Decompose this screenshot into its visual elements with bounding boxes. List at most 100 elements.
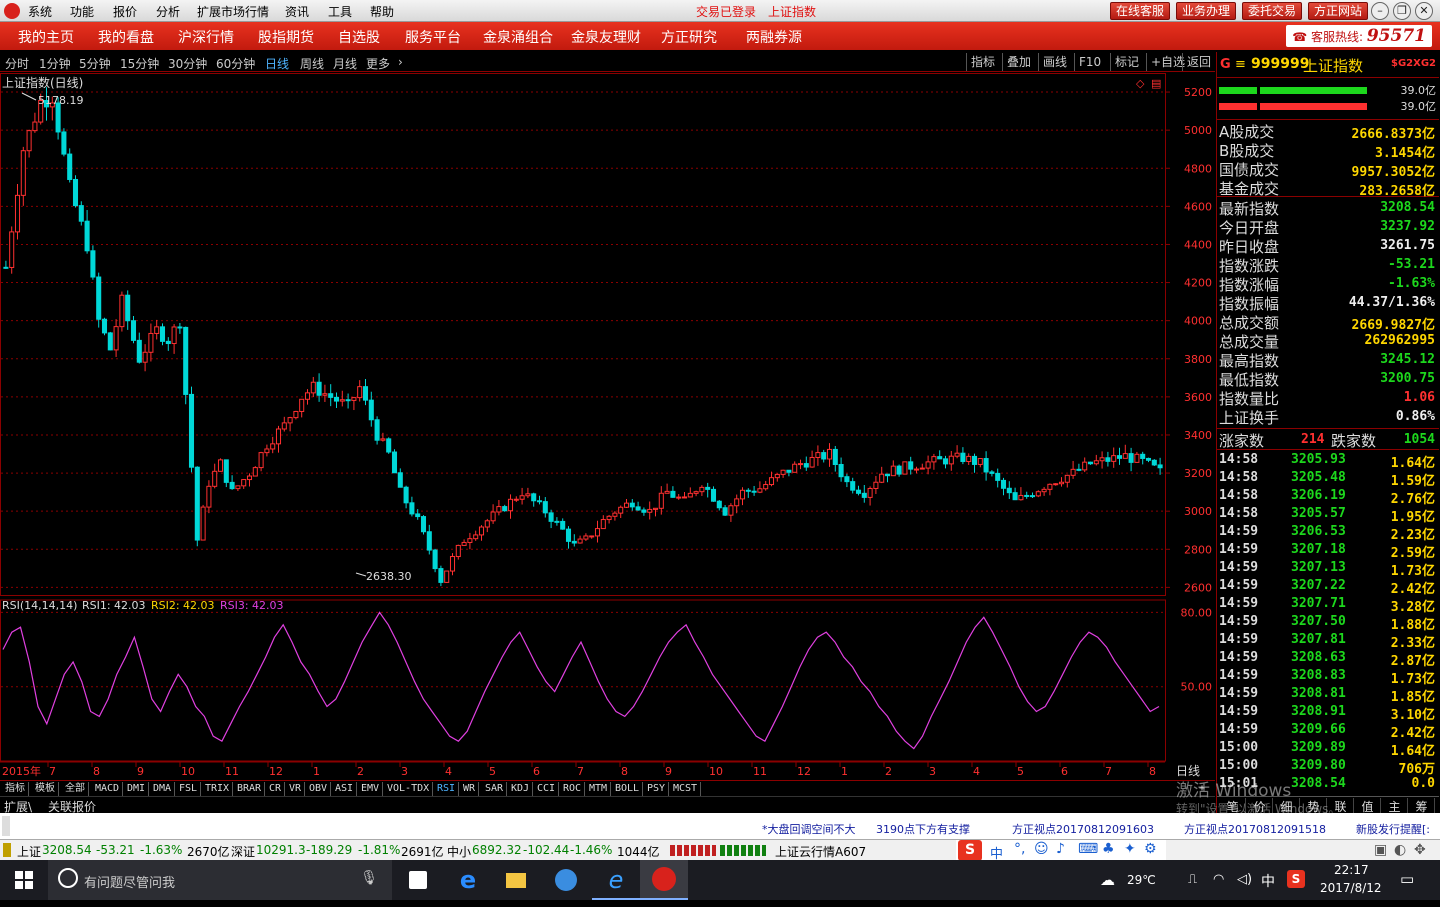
period-monthly[interactable]: 月线	[333, 55, 357, 72]
chart-area[interactable]: 5200 5000 4800 4600 4400 4200 4000 3800 3600 3400…	[0, 73, 1215, 780]
ime-emoji-icon[interactable]: ☺	[1034, 841, 1049, 857]
edge-browser-icon[interactable]: e	[444, 860, 492, 900]
tab-indicator-dma[interactable]: DMA	[150, 782, 176, 796]
sogou-tray-icon[interactable]: S	[1287, 870, 1305, 888]
network-icon[interactable]: ⎍	[1188, 872, 1197, 887]
cortana-search-box[interactable]: 有问题尽管问我 🎙	[48, 860, 392, 900]
cloud-quote-status[interactable]: 上证云行情A607	[775, 843, 866, 860]
trade-button[interactable]: 委托交易	[1242, 2, 1303, 20]
nav-my-home[interactable]: 我的主页	[18, 27, 74, 47]
menu-system[interactable]: 系统	[28, 3, 52, 20]
website-button[interactable]: 方正网站	[1308, 2, 1369, 20]
store-icon[interactable]	[394, 860, 442, 900]
online-service-button[interactable]: 在线客服	[1110, 2, 1171, 20]
news-item-2[interactable]: 3190点下方有支撑	[876, 821, 970, 837]
menu-extended-market[interactable]: 扩展市场行情	[197, 3, 269, 20]
sidebar-g-mark[interactable]: G	[1220, 57, 1231, 72]
news-item-1[interactable]: *大盘回调空间不大	[762, 821, 856, 837]
tick-list[interactable]: 14:58 3205.93 1.64亿 14:58 3205.48 1.59亿 14:58 3…	[1217, 451, 1439, 793]
windows-start-icon[interactable]	[0, 860, 48, 900]
file-explorer-icon[interactable]	[492, 860, 540, 900]
news-item-3[interactable]: 方正视点20170812091603	[1012, 821, 1154, 837]
nav-shsz-market[interactable]: 沪深行情	[178, 27, 234, 47]
chart-diamond-icon[interactable]: ◇	[1136, 77, 1145, 90]
ime-punct-icon[interactable]: °,	[1014, 841, 1025, 857]
microphone-icon[interactable]: 🎙	[360, 870, 378, 886]
business-button[interactable]: 业务办理	[1176, 2, 1237, 20]
tab-indicator-wr[interactable]: WR	[460, 782, 480, 796]
news-handle[interactable]	[2, 816, 10, 836]
ime-skin-icon[interactable]: ♣	[1102, 841, 1115, 857]
tab-indicator-指标[interactable]: 指标	[2, 782, 29, 796]
tab-indicator-macd[interactable]: MACD	[92, 782, 124, 796]
period-more[interactable]: 更多	[366, 55, 390, 72]
taskbar-ime[interactable]: 中	[1261, 871, 1275, 891]
tab-indicator-mcst[interactable]: MCST	[670, 782, 702, 796]
nav-jqy-wealth[interactable]: 金泉友理财	[571, 27, 641, 47]
tab-indicator-roc[interactable]: ROC	[560, 782, 586, 796]
tab-indicator-asi[interactable]: ASI	[332, 782, 358, 796]
restore-icon[interactable]: ❐	[1393, 2, 1411, 20]
wifi-icon[interactable]: ◠	[1213, 872, 1224, 887]
clock-time[interactable]: 22:17	[1334, 863, 1369, 877]
period-weekly[interactable]: 周线	[300, 55, 324, 72]
tab-indicator-boll[interactable]: BOLL	[612, 782, 644, 796]
ime-settings-icon[interactable]: ⚙	[1144, 841, 1157, 857]
news-item-5[interactable]: 新股发行提醒[:	[1356, 821, 1430, 837]
period-timeshare[interactable]: 分时	[5, 55, 29, 72]
period-1min[interactable]: 1分钟	[39, 55, 71, 72]
tab-indicator-cci[interactable]: CCI	[534, 782, 560, 796]
tab-indicator-trix[interactable]: TRIX	[202, 782, 234, 796]
period-15min[interactable]: 15分钟	[120, 55, 159, 72]
status-tool-2-icon[interactable]: ◐	[1394, 842, 1406, 858]
tab-indicator-模板[interactable]: 模板	[32, 782, 59, 796]
tab-indicator-rsi[interactable]: RSI	[434, 782, 460, 796]
nav-service-platform[interactable]: 服务平台	[405, 27, 461, 47]
menu-news[interactable]: 资讯	[285, 3, 309, 20]
tab-indicator-psy[interactable]: PSY	[644, 782, 670, 796]
tool-f10[interactable]: F10	[1074, 53, 1105, 71]
ime-tools-icon[interactable]: ✦	[1124, 841, 1136, 857]
minimize-icon[interactable]: –	[1371, 2, 1389, 20]
sidebar-menu-icon[interactable]: ≡	[1235, 57, 1246, 72]
tab-indicator-vr[interactable]: VR	[286, 782, 306, 796]
tab-indicator-emv[interactable]: EMV	[358, 782, 384, 796]
ie-legacy-icon[interactable]	[542, 860, 590, 900]
tab-indicator-sar[interactable]: SAR	[482, 782, 508, 796]
period-5min[interactable]: 5分钟	[79, 55, 111, 72]
nav-research[interactable]: 方正研究	[661, 27, 717, 47]
more-chevron-icon[interactable]: ›	[398, 55, 403, 69]
period-30min[interactable]: 30分钟	[168, 55, 207, 72]
status-handle[interactable]	[3, 843, 11, 857]
tool-back[interactable]: 返回	[1182, 53, 1215, 71]
tool-overlay[interactable]: 叠加	[1002, 53, 1035, 71]
tab-indicator-vol-tdx[interactable]: VOL-TDX	[384, 782, 434, 796]
nav-watchlist[interactable]: 自选股	[338, 27, 380, 47]
notification-icon[interactable]: ▭	[1400, 870, 1414, 888]
chart-grid-icon[interactable]: ▤	[1151, 77, 1161, 90]
tool-draw-line[interactable]: 画线	[1038, 53, 1071, 71]
weather-cloud-icon[interactable]: ☁	[1100, 871, 1115, 889]
founder-app-icon[interactable]	[640, 860, 688, 900]
nav-my-watch[interactable]: 我的看盘	[98, 27, 154, 47]
tab-indicator-fsl[interactable]: FSL	[176, 782, 202, 796]
period-60min[interactable]: 60分钟	[216, 55, 255, 72]
ime-keyboard-icon[interactable]: ⌨	[1078, 841, 1098, 857]
tab-indicator-obv[interactable]: OBV	[306, 782, 332, 796]
menu-quote[interactable]: 报价	[113, 3, 137, 20]
nav-jqy-portfolio[interactable]: 金泉涌组合	[483, 27, 553, 47]
news-item-4[interactable]: 方正视点20170812091518	[1184, 821, 1326, 837]
menu-function[interactable]: 功能	[70, 3, 94, 20]
kline-chart[interactable]: 5200 5000 4800 4600 4400 4200 4000 3800 3600 3400…	[0, 73, 1215, 780]
status-tool-3-icon[interactable]: ✥	[1414, 842, 1426, 858]
tab-indicator-mtm[interactable]: MTM	[586, 782, 612, 796]
tab-indicator-brar[interactable]: BRAR	[234, 782, 266, 796]
weather-temp[interactable]: 29℃	[1127, 873, 1156, 887]
ime-voice-icon[interactable]: ♪	[1056, 841, 1065, 857]
period-daily[interactable]: 日线	[265, 55, 289, 72]
nav-margin-source[interactable]: 两融券源	[746, 27, 802, 47]
volume-icon[interactable]: ◁)	[1237, 872, 1252, 887]
menu-tools[interactable]: 工具	[328, 3, 352, 20]
tool-indicator[interactable]: 指标	[966, 53, 999, 71]
nav-index-futures[interactable]: 股指期货	[258, 27, 314, 47]
